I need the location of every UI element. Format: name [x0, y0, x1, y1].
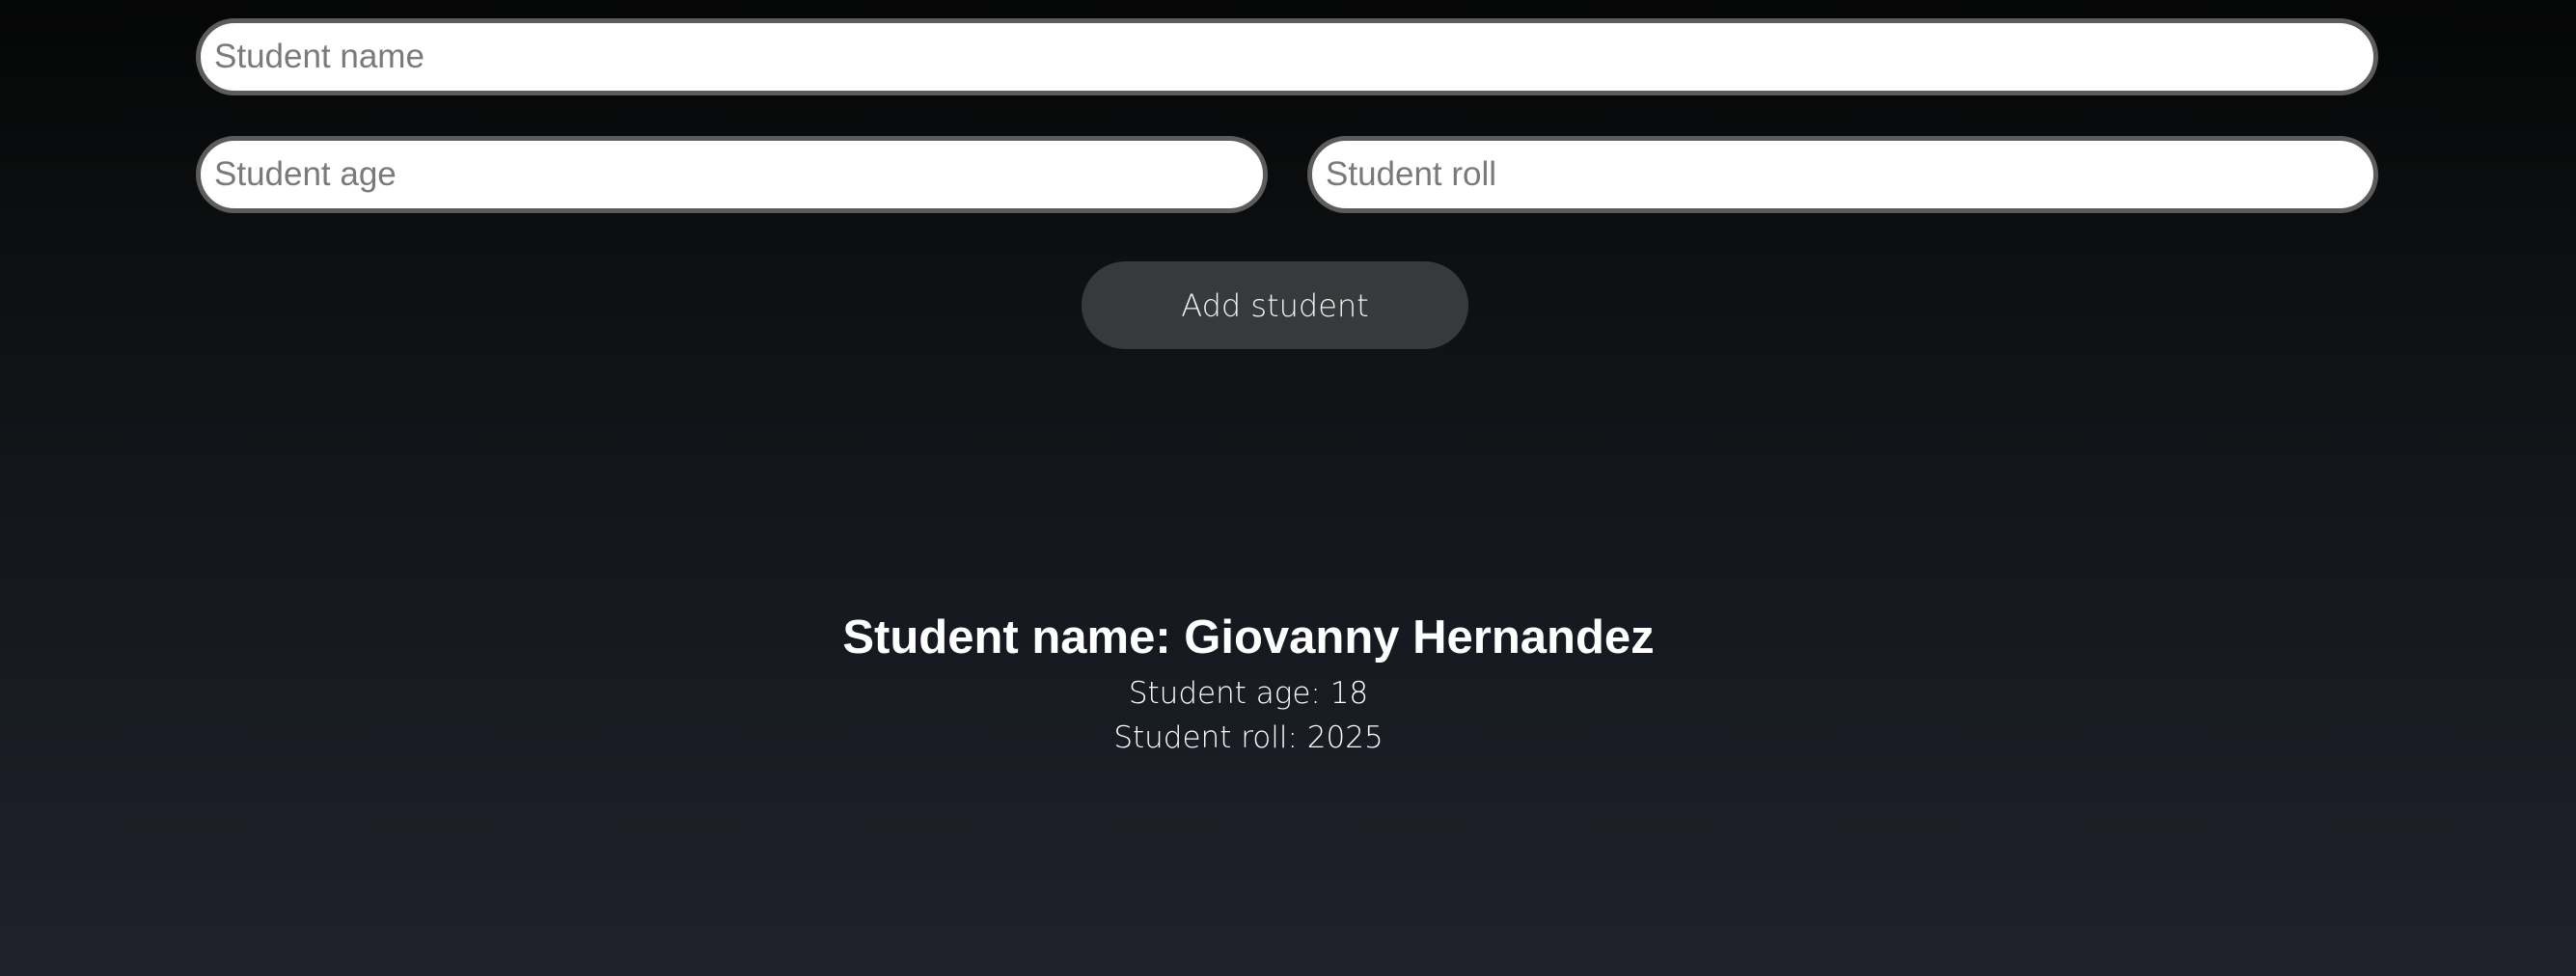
student-name-heading: Student name: Giovanny Hernandez — [842, 611, 1655, 664]
student-roll-input[interactable] — [1307, 136, 2378, 213]
student-age-input[interactable] — [196, 136, 1268, 213]
student-age-text: Student age: 18 — [1128, 676, 1369, 711]
student-name-input[interactable] — [196, 18, 2378, 95]
add-student-button[interactable]: Add student — [1082, 261, 1468, 349]
student-roll-text: Student roll: 2025 — [1113, 720, 1384, 755]
student-card: Student name: Giovanny Hernandez Student… — [0, 604, 2497, 760]
